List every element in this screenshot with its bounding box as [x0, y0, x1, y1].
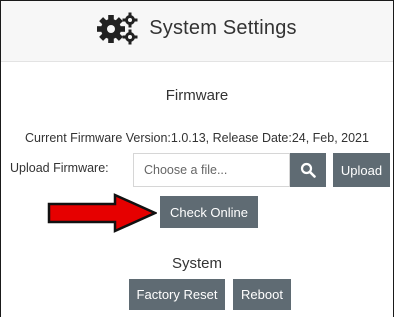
- upload-firmware-label: Upload Firmware:: [10, 161, 109, 175]
- gears-icon: [97, 12, 138, 45]
- page-title: System Settings: [149, 16, 297, 39]
- search-icon: [300, 162, 316, 178]
- system-section-title: System: [171, 255, 222, 272]
- reboot-button[interactable]: Reboot: [233, 279, 291, 310]
- page-header: System Settings: [1, 1, 393, 62]
- check-online-button[interactable]: Check Online: [160, 196, 258, 228]
- factory-reset-button[interactable]: Factory Reset: [129, 279, 225, 310]
- red-arrow-icon: [47, 193, 157, 233]
- browse-file-button[interactable]: [290, 153, 326, 187]
- upload-button[interactable]: Upload: [333, 153, 390, 187]
- firmware-version-info: Current Firmware Version:1.0.13, Release…: [25, 131, 369, 145]
- firmware-file-input[interactable]: Choose a file...: [133, 153, 290, 187]
- firmware-section-title: Firmware: [165, 87, 229, 104]
